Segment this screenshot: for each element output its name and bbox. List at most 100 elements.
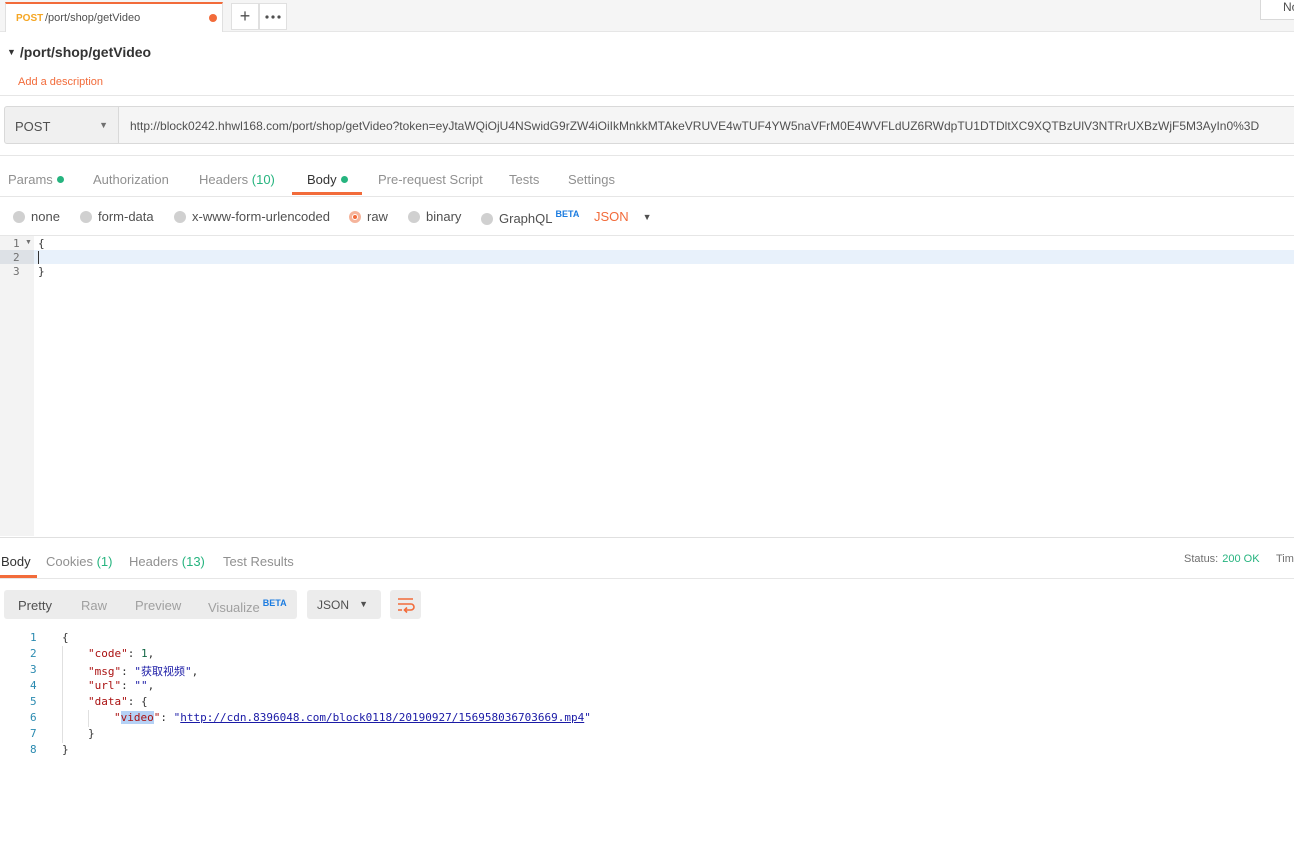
json-value: "获取视频" xyxy=(134,665,192,678)
editor-gutter xyxy=(0,236,34,536)
chevron-down-icon: ▼ xyxy=(642,212,652,222)
indent-guide xyxy=(88,710,89,727)
status-readout: Status: 200 OK xyxy=(1184,553,1260,565)
json-line: "msg": "获取视频", xyxy=(88,665,199,678)
response-tab-test-results[interactable]: Test Results xyxy=(223,554,294,569)
url-input[interactable]: http://block0242.hhwl168.com/port/shop/g… xyxy=(119,106,1294,144)
radio-raw[interactable]: raw xyxy=(349,209,388,224)
time-readout: Tim xyxy=(1276,553,1294,565)
tab-body[interactable]: Body xyxy=(307,172,348,187)
status-label: Status: xyxy=(1184,553,1219,565)
request-title-text: /port/shop/getVideo xyxy=(19,44,152,60)
json-key-quote: " xyxy=(114,711,121,724)
body-format-value: JSON xyxy=(594,209,629,224)
body-format-select[interactable]: JSON ▼ xyxy=(594,209,652,224)
view-visualize-button[interactable]: Visualize BETA xyxy=(208,598,287,615)
tab-pre-request-script[interactable]: Pre-request Script xyxy=(378,172,483,187)
response-tab-body[interactable]: Body xyxy=(1,554,31,569)
beta-badge: BETA xyxy=(262,598,287,608)
line-number: 6 xyxy=(30,711,37,724)
line-number: 1 xyxy=(13,237,20,250)
more-tabs-button[interactable] xyxy=(259,3,287,30)
response-headers-count: (13) xyxy=(181,554,205,569)
tab-headers[interactable]: Headers (10) xyxy=(199,172,275,187)
beta-badge: BETA xyxy=(555,209,580,219)
radio-urlencoded-label: x-www-form-urlencoded xyxy=(192,209,330,224)
view-raw-button[interactable]: Raw xyxy=(81,598,107,613)
new-tab-button[interactable]: + xyxy=(231,3,259,30)
ellipsis-icon xyxy=(265,15,281,19)
chevron-down-icon: ▼ xyxy=(99,120,108,130)
environment-selector[interactable]: No xyxy=(1260,0,1294,20)
tab-params[interactable]: Params xyxy=(8,172,64,187)
collapse-caret-icon[interactable]: ▼ xyxy=(7,47,16,57)
json-brace: } xyxy=(88,727,95,740)
line-number: 2 xyxy=(30,647,37,660)
video-url-link[interactable]: http://cdn.8396048.com/block0118/2019092… xyxy=(180,711,584,724)
request-title[interactable]: ▼/port/shop/getVideo xyxy=(7,44,151,60)
radio-circle xyxy=(408,211,420,223)
tab-method-badge: POST xyxy=(16,13,44,24)
radio-none[interactable]: none xyxy=(13,209,60,224)
divider xyxy=(0,155,1294,156)
view-pretty-button[interactable]: Pretty xyxy=(18,598,52,613)
tab-settings[interactable]: Settings xyxy=(568,172,615,187)
radio-circle xyxy=(13,211,25,223)
plus-icon: + xyxy=(239,6,251,26)
code-line: { xyxy=(38,237,45,250)
wrap-lines-button[interactable] xyxy=(390,590,421,619)
text-cursor xyxy=(38,251,39,264)
json-key-selected: video xyxy=(120,711,154,724)
visualize-label: Visualize xyxy=(208,600,260,615)
tab-headers-label: Headers xyxy=(199,172,249,187)
json-value: "" xyxy=(134,679,148,692)
line-number: 3 xyxy=(30,663,37,676)
line-number: 2 xyxy=(13,251,20,264)
radio-circle xyxy=(80,211,92,223)
divider xyxy=(0,196,1294,197)
json-brace: } xyxy=(62,743,69,756)
radio-circle xyxy=(481,213,493,225)
radio-graphql[interactable]: GraphQL BETA xyxy=(481,209,579,226)
cookies-count: (1) xyxy=(96,554,113,569)
cookies-label: Cookies xyxy=(46,554,93,569)
line-number: 3 xyxy=(13,265,20,278)
add-description-link[interactable]: Add a description xyxy=(18,76,103,88)
tab-tests[interactable]: Tests xyxy=(509,172,539,187)
response-headers-label: Headers xyxy=(129,554,179,569)
view-preview-button[interactable]: Preview xyxy=(135,598,181,613)
json-key: "msg" xyxy=(88,665,122,678)
tab-authorization[interactable]: Authorization xyxy=(93,172,169,187)
radio-circle-selected xyxy=(349,211,361,223)
request-body-editor[interactable]: 1 ▼ 2 3 { } xyxy=(0,236,1294,536)
tab-params-label: Params xyxy=(8,172,53,187)
json-brace: { xyxy=(62,631,69,644)
tab-body-label: Body xyxy=(307,172,337,187)
json-line: } xyxy=(62,743,69,756)
radio-binary-label: binary xyxy=(426,209,462,224)
response-tab-cookies[interactable]: Cookies (1) xyxy=(46,554,112,569)
json-line: } xyxy=(88,727,95,740)
radio-circle xyxy=(174,211,186,223)
json-line: "data": { xyxy=(88,695,148,708)
active-tab-underline xyxy=(0,575,37,578)
json-key: "url" xyxy=(88,679,122,692)
radio-binary[interactable]: binary xyxy=(408,209,461,224)
params-indicator-icon xyxy=(56,176,64,183)
response-format-value: JSON xyxy=(317,598,350,612)
radio-urlencoded[interactable]: x-www-form-urlencoded xyxy=(174,209,330,224)
line-number: 7 xyxy=(30,727,37,740)
response-tab-headers[interactable]: Headers (13) xyxy=(129,554,205,569)
radio-form-data[interactable]: form-data xyxy=(80,209,154,224)
radio-graphql-label: GraphQL xyxy=(499,211,553,226)
wrap-lines-icon xyxy=(398,598,415,614)
fold-caret-icon[interactable]: ▼ xyxy=(25,239,32,246)
json-value-quote: " xyxy=(584,711,591,724)
request-tab[interactable]: POST /port/shop/getVideo xyxy=(5,2,223,32)
response-format-select[interactable]: JSON ▼ xyxy=(307,590,381,619)
json-line: "url": "", xyxy=(88,679,155,692)
json-key-quote: " xyxy=(153,711,161,724)
active-line-highlight xyxy=(0,250,1294,264)
unsaved-dot-icon xyxy=(209,14,217,22)
method-select[interactable]: POST ▼ xyxy=(4,106,119,144)
